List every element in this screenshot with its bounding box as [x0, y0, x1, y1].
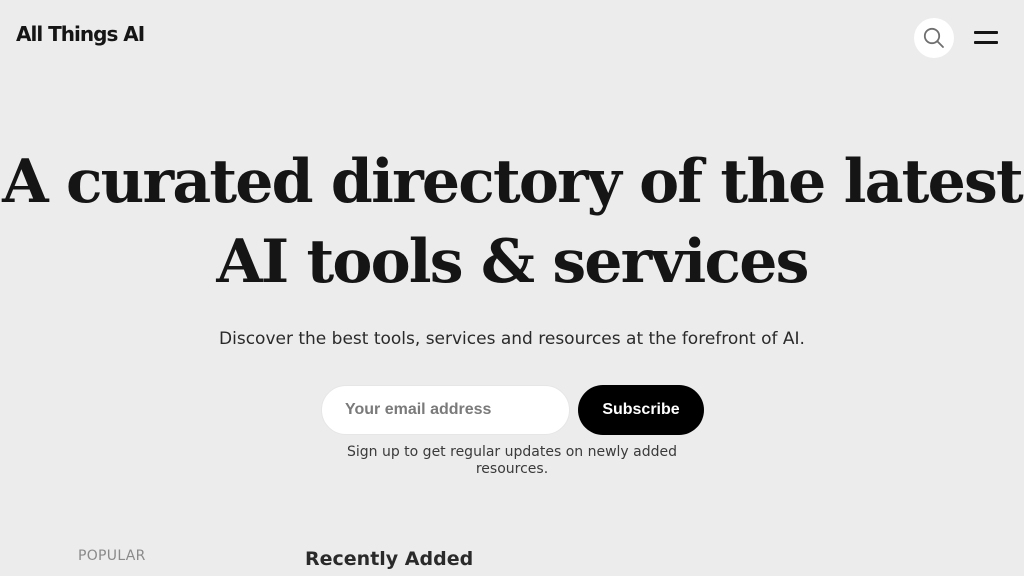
hamburger-menu-icon: [974, 31, 998, 34]
hero-title: A curated directory of the latest AI tool…: [0, 142, 1024, 302]
recently-added-heading: Recently Added: [305, 548, 474, 570]
popular-section-label: POPULAR: [78, 548, 146, 564]
hero-title-line2: AI tools & services: [216, 227, 809, 297]
site-header: All Things AI: [0, 0, 1024, 76]
subscribe-button[interactable]: Subscribe: [578, 385, 704, 435]
search-button[interactable]: [914, 18, 954, 58]
hero-title-line1: A curated directory of the latest: [2, 147, 1024, 217]
search-icon: [923, 27, 944, 48]
hamburger-menu-icon: [974, 41, 998, 44]
site-logo[interactable]: All Things AI: [16, 22, 145, 46]
menu-button[interactable]: [974, 28, 998, 48]
email-input[interactable]: [321, 385, 570, 435]
hero-subtitle: Discover the best tools, services and re…: [219, 329, 805, 349]
signup-note: Sign up to get regular updates on newly …: [346, 444, 677, 477]
